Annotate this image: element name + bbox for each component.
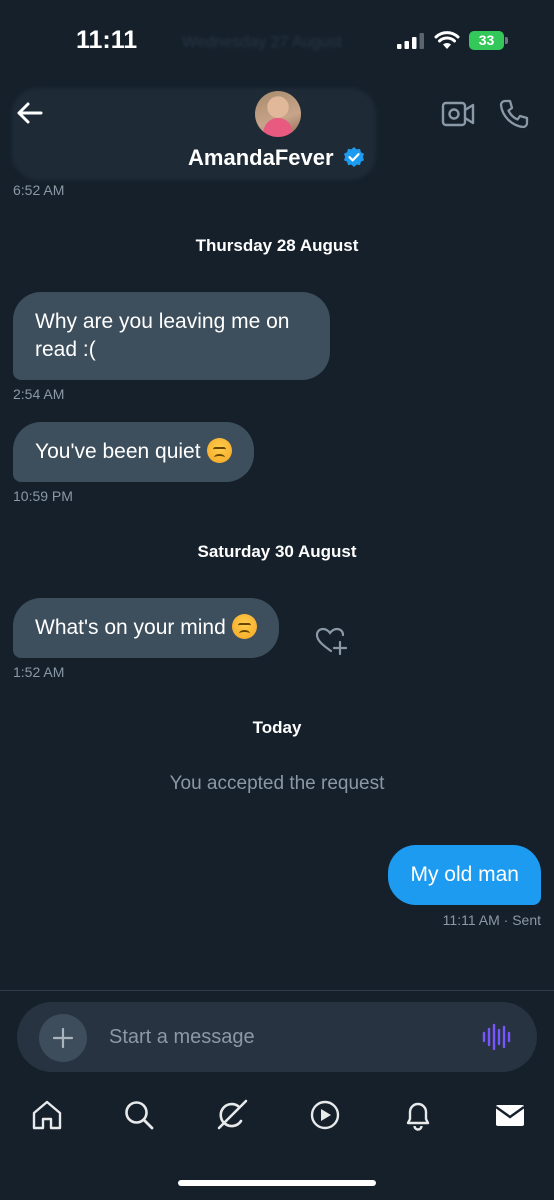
- date-divider: Today: [252, 718, 302, 737]
- bell-icon: [406, 1102, 430, 1131]
- tab-grok[interactable]: [215, 1098, 249, 1132]
- video-play-icon: [310, 1100, 340, 1130]
- home-indicator: [178, 1180, 376, 1186]
- message-timestamp: 6:52 AM: [13, 182, 65, 198]
- audio-waveform-icon: [482, 1023, 511, 1051]
- composer-divider: [0, 990, 554, 991]
- request-accepted-note: You accepted the request: [169, 773, 385, 794]
- tab-video[interactable]: [308, 1098, 342, 1132]
- message-status: 11:11 AM · Sent: [443, 912, 541, 928]
- persevering-face-emoji-icon: [206, 438, 232, 463]
- plus-icon: [52, 1027, 74, 1049]
- battery-level: 33: [469, 31, 504, 50]
- arrow-left-icon: [17, 102, 43, 124]
- contact-header[interactable]: AmandaFever: [0, 145, 554, 171]
- verified-badge-icon: [343, 147, 364, 167]
- contact-name: AmandaFever: [188, 145, 334, 170]
- phone-icon: [499, 99, 529, 129]
- incoming-message[interactable]: What's on your mind: [13, 598, 279, 658]
- persevering-face-emoji-icon: [231, 614, 257, 639]
- tab-home[interactable]: [30, 1098, 64, 1132]
- status-time: 11:11: [76, 26, 138, 54]
- heart-plus-icon: [315, 627, 348, 656]
- battery-tip: [505, 37, 508, 44]
- voice-call-button[interactable]: [498, 98, 530, 130]
- message-text: My old man: [410, 863, 519, 886]
- incoming-message[interactable]: You've been quiet: [13, 422, 254, 482]
- message-timestamp: 10:59 PM: [13, 488, 73, 504]
- message-composer: [17, 1002, 537, 1072]
- grok-icon: [217, 1099, 248, 1130]
- outgoing-message[interactable]: My old man: [388, 845, 541, 905]
- voice-message-button[interactable]: [480, 1021, 512, 1053]
- search-icon: [125, 1101, 154, 1130]
- incoming-message[interactable]: Why are you leaving me on read :(: [13, 292, 330, 380]
- contact-avatar[interactable]: [255, 91, 301, 137]
- back-button[interactable]: [12, 96, 46, 130]
- tab-search[interactable]: [122, 1098, 156, 1132]
- status-bar: 11:11 Wednesday 27 August 33: [0, 0, 554, 84]
- message-input[interactable]: [109, 1022, 469, 1052]
- video-call-button[interactable]: [441, 98, 475, 130]
- tab-messages[interactable]: [493, 1098, 527, 1132]
- add-media-button[interactable]: [39, 1014, 87, 1062]
- date-divider: Saturday 30 August: [197, 542, 357, 561]
- mail-icon: [495, 1105, 525, 1126]
- date-divider: Thursday 28 August: [195, 236, 359, 255]
- sent-status: · Sent: [503, 912, 541, 928]
- message-text: What's on your mind: [35, 616, 226, 639]
- ghost-date: Wednesday 27 August: [182, 34, 342, 51]
- message-timestamp: 2:54 AM: [13, 386, 65, 402]
- add-reaction-button[interactable]: [314, 626, 348, 656]
- bottom-tab-bar: [0, 1090, 554, 1150]
- message-timestamp: 11:11 AM: [442, 912, 500, 928]
- home-icon: [32, 1100, 62, 1130]
- message-text: Why are you leaving me on read :(: [35, 310, 290, 361]
- wifi-icon: [434, 31, 460, 49]
- tab-notifications[interactable]: [401, 1098, 435, 1132]
- message-text: You've been quiet: [35, 440, 201, 463]
- battery-indicator: 33: [469, 31, 509, 50]
- cellular-signal-icon: [397, 33, 424, 49]
- video-camera-icon: [441, 101, 475, 127]
- message-timestamp: 1:52 AM: [13, 664, 65, 680]
